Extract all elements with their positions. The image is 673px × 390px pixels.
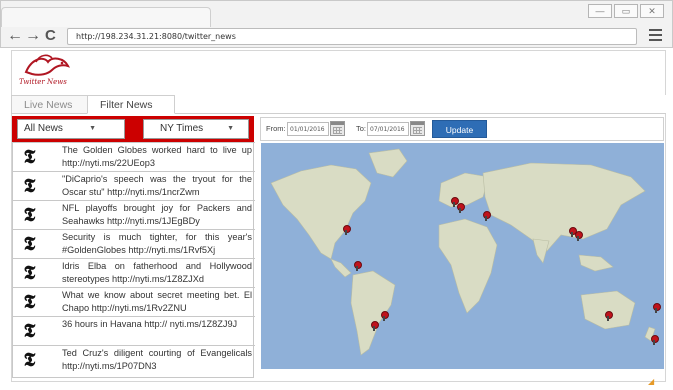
news-item[interactable]: 𝕿 Ted Cruz's diligent courting of Evange… [13, 345, 255, 374]
news-text: Ted Cruz's diligent courting of Evangeli… [62, 348, 252, 371]
browser-tab[interactable] [1, 7, 211, 27]
map-marker-icon[interactable] [575, 231, 583, 241]
nyt-logo-icon: 𝕿 [18, 147, 41, 167]
forward-arrow-icon[interactable]: → [25, 28, 41, 44]
from-date-input[interactable]: 01/01/2016 [287, 122, 329, 136]
close-button[interactable]: ✕ [640, 4, 664, 18]
chevron-down-icon: ▼ [89, 125, 96, 132]
news-item[interactable]: 𝕿 Idris Elba on fatherhood and Hollywood… [13, 258, 255, 287]
nyt-logo-icon: 𝕿 [18, 350, 41, 370]
filter-bar: All News ▼ NY Times ▼ [12, 116, 254, 142]
from-label: From: [266, 124, 286, 133]
news-text: "DiCaprio's speech was the tryout for th… [62, 174, 252, 197]
news-item[interactable]: 𝕿 NFL playoffs brought joy for Packers a… [13, 200, 255, 229]
map-marker-icon[interactable] [651, 335, 659, 345]
news-text: The Golden Globes worked hard to live up… [62, 145, 252, 168]
news-item[interactable]: 𝕿 36 hours in Havana http:// nyti.ms/1Z8… [13, 316, 255, 345]
nyt-logo-icon: 𝕿 [18, 205, 41, 225]
to-label: To: [356, 124, 367, 133]
logo[interactable]: Twitter News [18, 52, 78, 94]
browser-chrome: — ▭ ✕ ← → C http://198.234.31.21:8080/tw… [0, 0, 673, 48]
date-filter-bar: From: 01/01/2016 To: 07/01/2016 Update [260, 117, 664, 141]
calendar-icon[interactable] [330, 121, 345, 136]
to-date-input[interactable]: 07/01/2016 [367, 122, 409, 136]
news-item[interactable]: 𝕿 Security is much tighter, for this yea… [13, 229, 255, 258]
resize-grip-icon[interactable]: ◢ [648, 377, 660, 386]
news-item[interactable]: 𝕿 What we know about secret meeting bet.… [13, 287, 255, 316]
tab-live-news[interactable]: Live News [11, 95, 87, 114]
news-category-select[interactable]: All News ▼ [17, 119, 125, 139]
back-arrow-icon[interactable]: ← [7, 28, 23, 44]
news-source-value: NY Times [160, 123, 204, 134]
logo-text: Twitter News [19, 78, 67, 86]
news-item[interactable]: 𝕿 "DiCaprio's speech was the tryout for … [13, 171, 255, 200]
map-marker-icon[interactable] [483, 211, 491, 221]
news-text: NFL playoffs brought joy for Packers and… [62, 203, 252, 226]
map-marker-icon[interactable] [605, 311, 613, 321]
tab-filter-news[interactable]: Filter News [87, 95, 175, 114]
world-map[interactable] [261, 143, 664, 369]
update-button[interactable]: Update [432, 120, 487, 138]
maximize-button[interactable]: ▭ [614, 4, 638, 18]
news-text: Idris Elba on fatherhood and Hollywood s… [62, 261, 252, 284]
nyt-logo-icon: 𝕿 [18, 263, 41, 283]
calendar-icon[interactable] [410, 121, 425, 136]
news-source-select[interactable]: NY Times ▼ [143, 119, 249, 139]
map-marker-icon[interactable] [381, 311, 389, 321]
navigation-row: ← → C http://198.234.31.21:8080/twitter_… [1, 27, 673, 47]
world-map-shapes [270, 148, 656, 356]
reload-icon[interactable]: C [45, 28, 56, 44]
news-text: Security is much tighter, for this year'… [62, 232, 252, 255]
map-marker-icon[interactable] [653, 303, 661, 313]
news-item[interactable]: 𝕿 The Golden Globes worked hard to live … [13, 142, 255, 171]
news-list: 𝕿 The Golden Globes worked hard to live … [12, 142, 255, 378]
app-tabs: Live News Filter News [11, 95, 666, 114]
header-band: Twitter News [11, 50, 666, 95]
minimize-button[interactable]: — [588, 4, 612, 18]
news-text: 36 hours in Havana http:// nyti.ms/1Z8ZJ… [62, 319, 238, 329]
hamburger-menu-icon[interactable] [649, 29, 662, 44]
nyt-logo-icon: 𝕿 [18, 234, 41, 254]
window-controls: — ▭ ✕ [588, 4, 664, 18]
chevron-down-icon: ▼ [227, 125, 234, 132]
news-text: What we know about secret meeting bet. E… [62, 290, 252, 313]
nyt-logo-icon: 𝕿 [18, 321, 41, 341]
map-marker-icon[interactable] [354, 261, 362, 271]
bird-logo-icon [24, 54, 70, 76]
nyt-logo-icon: 𝕿 [18, 292, 41, 312]
news-category-value: All News [24, 123, 63, 134]
address-bar[interactable]: http://198.234.31.21:8080/twitter_news [67, 28, 637, 45]
nyt-logo-icon: 𝕿 [18, 176, 41, 196]
map-marker-icon[interactable] [371, 321, 379, 331]
map-marker-icon[interactable] [457, 203, 465, 213]
map-marker-icon[interactable] [343, 225, 351, 235]
